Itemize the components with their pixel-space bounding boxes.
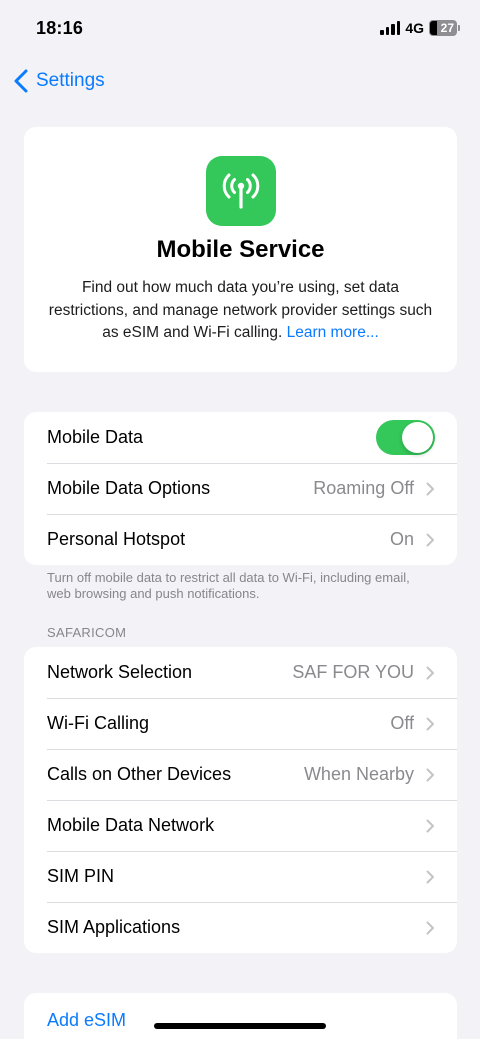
status-indicators: 4G 27 bbox=[380, 20, 460, 36]
chevron-right-icon bbox=[426, 482, 434, 495]
mobile-data-label: Mobile Data bbox=[47, 427, 144, 447]
chevron-right-icon bbox=[426, 921, 434, 934]
battery-cap bbox=[458, 25, 460, 31]
mobile-data-network-row[interactable]: Mobile Data Network bbox=[24, 800, 457, 851]
chevron-left-icon bbox=[14, 69, 28, 93]
antenna-icon bbox=[206, 156, 276, 226]
add-esim-button[interactable]: Add eSIM bbox=[47, 1010, 126, 1031]
sim-pin-label: SIM PIN bbox=[47, 866, 115, 886]
hero-description: Find out how much data you’re using, set… bbox=[44, 277, 437, 345]
network-type: 4G bbox=[405, 20, 424, 36]
mobile-data-options-label: Mobile Data Options bbox=[47, 478, 211, 498]
carrier-settings-group: Network Selection SAF FOR YOU Wi-Fi Call… bbox=[24, 647, 457, 953]
sim-applications-row[interactable]: SIM Applications bbox=[24, 902, 457, 953]
calls-other-devices-label: Calls on Other Devices bbox=[47, 764, 232, 784]
chevron-right-icon bbox=[426, 870, 434, 883]
mobile-data-options-value: Roaming Off bbox=[313, 478, 414, 498]
wifi-calling-row[interactable]: Wi-Fi Calling Off bbox=[24, 698, 457, 749]
personal-hotspot-value: On bbox=[389, 529, 414, 549]
back-button[interactable]: Settings bbox=[14, 66, 105, 96]
calls-other-devices-value: When Nearby bbox=[303, 764, 414, 784]
carrier-section-header: SAFARICOM bbox=[47, 625, 127, 640]
chevron-right-icon bbox=[426, 819, 434, 832]
network-selection-label: Network Selection bbox=[47, 662, 193, 682]
chevron-right-icon bbox=[426, 533, 434, 546]
sim-applications-label: SIM Applications bbox=[47, 917, 181, 937]
wifi-calling-value: Off bbox=[390, 713, 414, 733]
status-time: 18:16 bbox=[36, 18, 84, 38]
calls-other-devices-row[interactable]: Calls on Other Devices When Nearby bbox=[24, 749, 457, 800]
mobile-data-network-label: Mobile Data Network bbox=[47, 815, 215, 835]
chevron-right-icon bbox=[426, 768, 434, 781]
mobile-data-footnote: Turn off mobile data to restrict all dat… bbox=[47, 570, 410, 601]
network-selection-row[interactable]: Network Selection SAF FOR YOU bbox=[24, 647, 457, 698]
mobile-data-toggle[interactable] bbox=[376, 420, 435, 455]
battery-level: 27 bbox=[440, 21, 454, 35]
personal-hotspot-label: Personal Hotspot bbox=[47, 529, 186, 549]
personal-hotspot-row[interactable]: Personal Hotspot On bbox=[24, 514, 457, 565]
mobile-data-row: Mobile Data bbox=[24, 412, 457, 463]
add-esim-card: Add eSIM bbox=[24, 993, 457, 1039]
wifi-calling-label: Wi-Fi Calling bbox=[47, 713, 150, 733]
chevron-right-icon bbox=[426, 666, 434, 679]
sim-pin-row[interactable]: SIM PIN bbox=[24, 851, 457, 902]
home-indicator[interactable] bbox=[154, 1023, 326, 1029]
network-selection-value: SAF FOR YOU bbox=[292, 662, 414, 682]
cellular-signal-icon bbox=[380, 21, 401, 35]
battery-icon: 27 bbox=[429, 20, 457, 36]
back-label: Settings bbox=[36, 70, 105, 91]
mobile-service-card: Mobile Service Find out how much data yo… bbox=[24, 127, 457, 372]
page-title: Mobile Service bbox=[156, 236, 325, 263]
chevron-right-icon bbox=[426, 717, 434, 730]
mobile-data-options-row[interactable]: Mobile Data Options Roaming Off bbox=[24, 463, 457, 514]
status-bar: 18:16 4G 27 bbox=[0, 0, 480, 56]
mobile-data-group: Mobile Data Mobile Data Options Roaming … bbox=[24, 412, 457, 565]
learn-more-link[interactable]: Learn more... bbox=[287, 324, 379, 341]
